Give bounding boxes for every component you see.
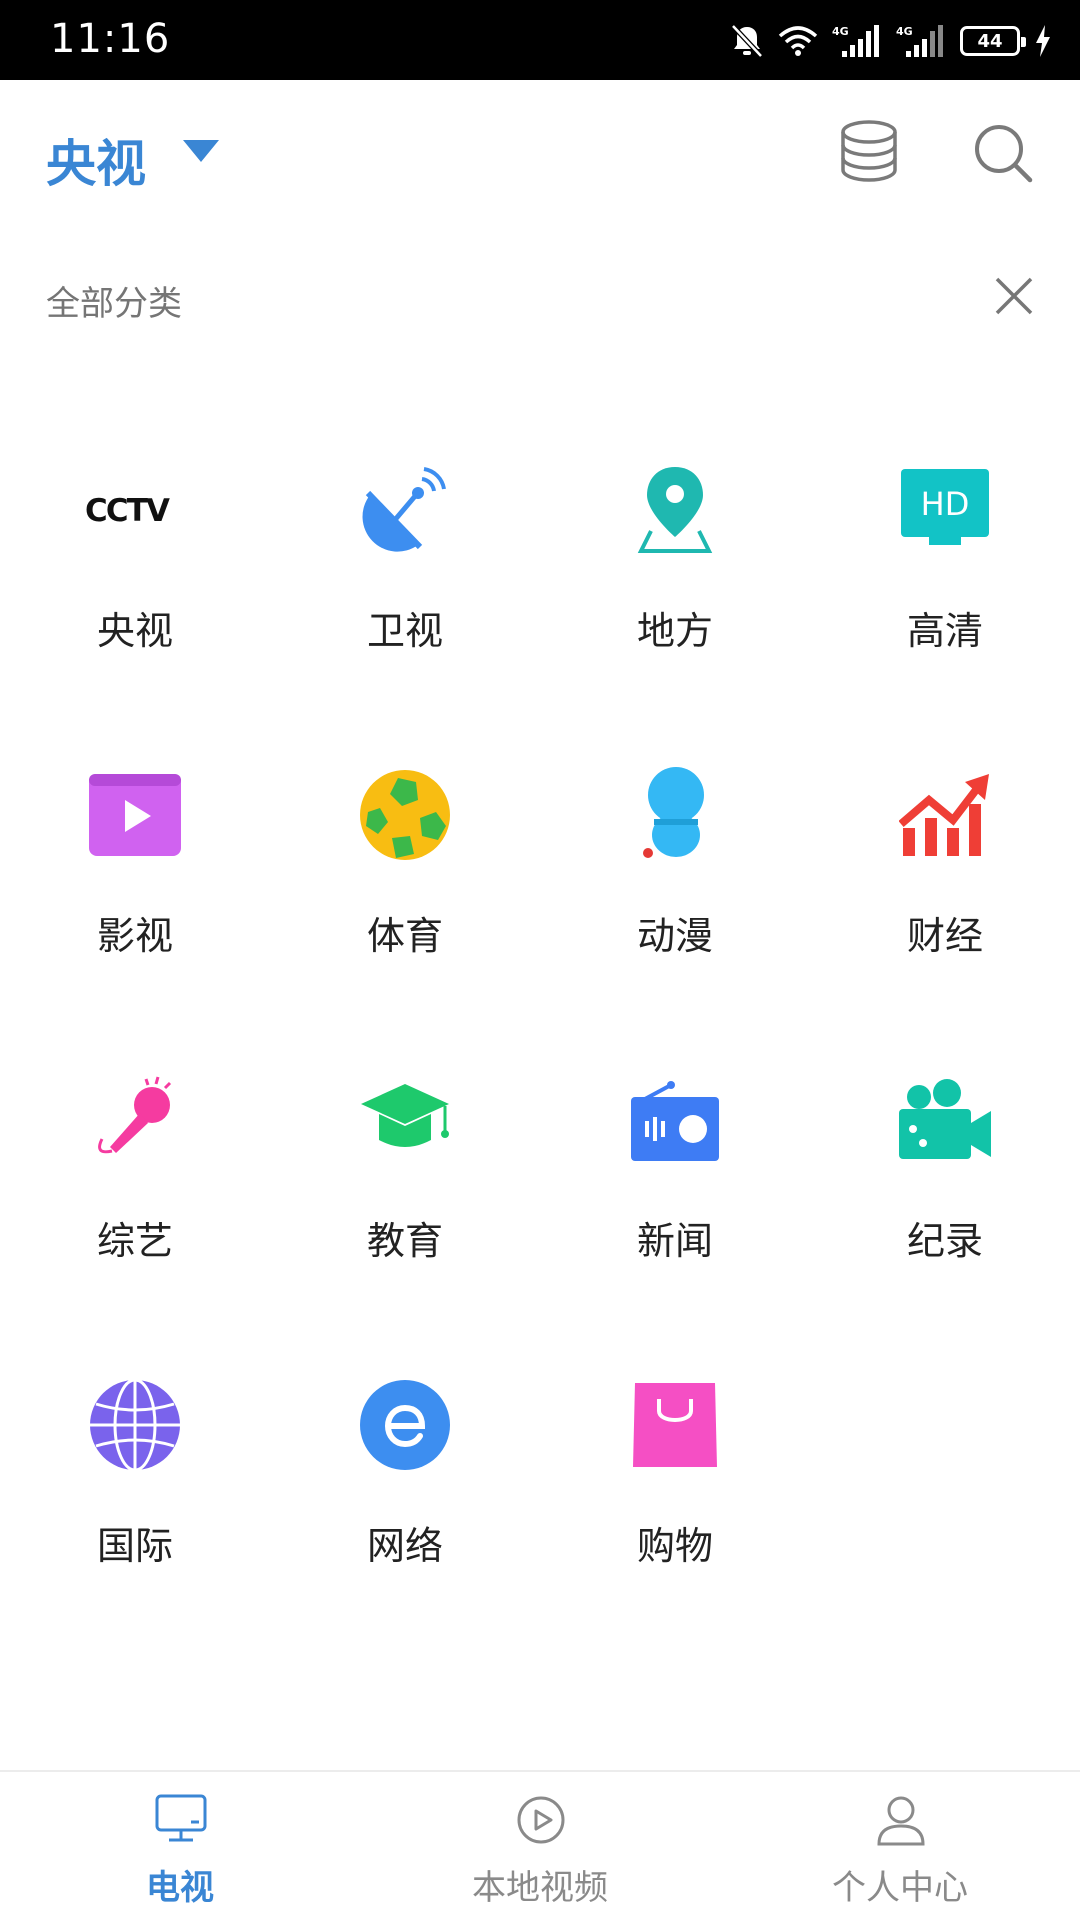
category-item-finance[interactable]: 财经 — [810, 745, 1080, 1005]
cctv-logo-text: CCTV — [85, 493, 170, 529]
play-circle-icon — [517, 1796, 565, 1844]
channel-group-title[interactable]: 央视 — [46, 124, 146, 196]
category-label: 地方 — [636, 609, 713, 653]
close-icon[interactable] — [994, 276, 1034, 316]
category-label: 购物 — [636, 1524, 713, 1568]
video-camera-icon — [895, 1070, 995, 1170]
category-label: 影视 — [96, 914, 173, 958]
movie-clapper-icon — [85, 765, 185, 865]
user-icon — [877, 1796, 925, 1846]
category-label: 综艺 — [96, 1219, 173, 1263]
status-bar: 11:16 4G 4G 44 — [0, 0, 1080, 80]
status-icons: 4G 4G 44 — [730, 20, 1052, 62]
soccer-ball-icon — [355, 765, 455, 865]
category-item-film[interactable]: 影视 — [0, 745, 270, 1005]
nav-item-tv[interactable]: 电视 — [0, 1772, 360, 1920]
category-item-internet[interactable]: 网络 — [270, 1355, 540, 1615]
tv-icon — [155, 1794, 207, 1842]
category-label: 纪录 — [906, 1219, 983, 1263]
category-label: 高清 — [906, 609, 983, 653]
search-icon[interactable] — [974, 124, 1034, 184]
nav-label: 个人中心 — [832, 1868, 968, 1908]
category-label: 动漫 — [636, 914, 713, 958]
cartoon-character-icon — [625, 765, 725, 865]
wifi-icon — [778, 26, 818, 56]
category-item-hd[interactable]: HD 高清 — [810, 440, 1080, 700]
app-header: 央视 — [0, 80, 1080, 230]
category-item-shopping[interactable]: 购物 — [540, 1355, 810, 1615]
nav-item-local-video[interactable]: 本地视频 — [360, 1772, 720, 1920]
location-pin-icon — [625, 460, 725, 560]
category-item-sports[interactable]: 体育 — [270, 745, 540, 1005]
category-label: 国际 — [96, 1524, 173, 1568]
nav-item-profile[interactable]: 个人中心 — [720, 1772, 1080, 1920]
screen: 11:16 4G 4G 44 央视 全部分类 CCTV 央视 卫视 地方 HD … — [0, 0, 1080, 1920]
category-item-local[interactable]: 地方 — [540, 440, 810, 700]
signal-4g-icon-2: 4G — [896, 25, 943, 57]
svg-text:4G: 4G — [832, 25, 849, 38]
battery-level: 44 — [977, 30, 1003, 52]
category-label: 新闻 — [636, 1219, 713, 1263]
cctv-logo-icon: CCTV — [85, 460, 185, 560]
internet-e-icon — [355, 1375, 455, 1475]
category-item-satellite[interactable]: 卫视 — [270, 440, 540, 700]
database-icon[interactable] — [840, 120, 898, 184]
microphone-icon — [85, 1070, 185, 1170]
charging-icon — [1036, 25, 1050, 57]
category-label: 财经 — [906, 914, 983, 958]
hd-text: HD — [921, 485, 970, 523]
category-label: 卫视 — [366, 609, 443, 653]
signal-4g-icon: 4G — [832, 25, 879, 57]
category-label: 教育 — [366, 1219, 443, 1263]
nav-label: 电视 — [146, 1868, 214, 1908]
bell-muted-icon — [731, 24, 763, 58]
nav-label: 本地视频 — [472, 1868, 608, 1908]
satellite-dish-icon — [355, 460, 455, 560]
section-title: 全部分类 — [46, 284, 182, 324]
category-item-anime[interactable]: 动漫 — [540, 745, 810, 1005]
radio-icon — [625, 1070, 725, 1170]
hd-tv-icon: HD — [895, 460, 995, 560]
category-label: 体育 — [366, 914, 443, 958]
battery-icon: 44 — [960, 26, 1026, 56]
status-time: 11:16 — [50, 16, 171, 62]
dropdown-triangle-icon[interactable] — [183, 140, 219, 162]
category-label: 网络 — [366, 1524, 443, 1568]
category-label: 央视 — [96, 609, 173, 653]
graduation-cap-icon — [355, 1070, 455, 1170]
category-item-cctv[interactable]: CCTV 央视 — [0, 440, 270, 700]
category-item-documentary[interactable]: 纪录 — [810, 1050, 1080, 1310]
category-item-international[interactable]: 国际 — [0, 1355, 270, 1615]
bottom-nav: 电视 本地视频 个人中心 — [0, 1770, 1080, 1920]
category-item-education[interactable]: 教育 — [270, 1050, 540, 1310]
finance-chart-icon — [895, 765, 995, 865]
svg-text:4G: 4G — [896, 25, 913, 38]
category-item-variety[interactable]: 综艺 — [0, 1050, 270, 1310]
category-item-news[interactable]: 新闻 — [540, 1050, 810, 1310]
globe-icon — [85, 1375, 185, 1475]
shopping-bag-icon — [625, 1375, 725, 1475]
